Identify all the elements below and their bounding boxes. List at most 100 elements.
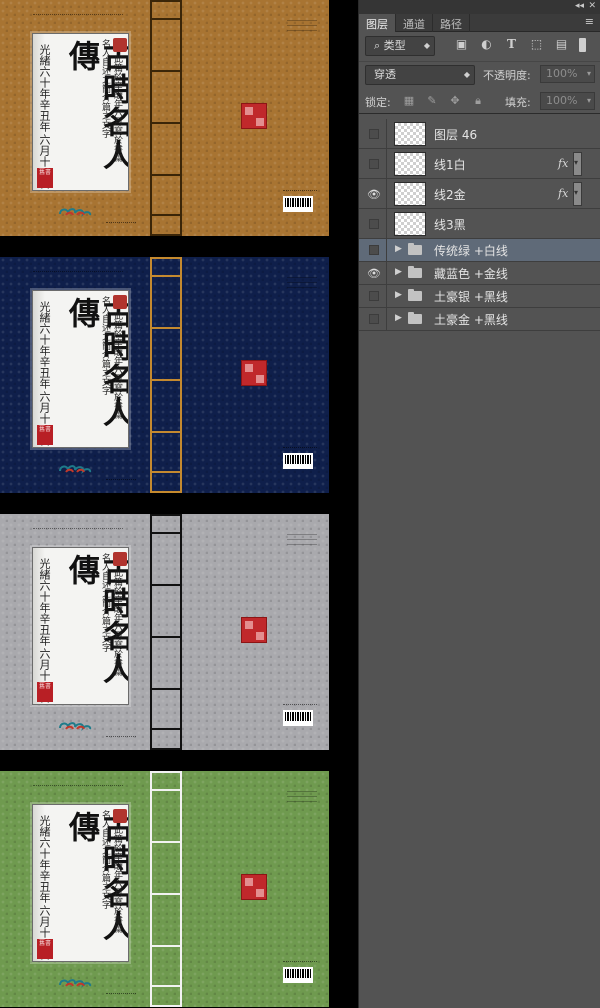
close-icon[interactable]: ✕: [588, 1, 596, 11]
spine-stitch: [152, 491, 180, 493]
spine-stitch: [152, 514, 180, 516]
type-filter-icon[interactable]: T: [504, 37, 519, 52]
cloud-ornament-icon: [59, 979, 92, 989]
updown-arrow-icon: ◆: [423, 41, 430, 50]
label-seal: 舊書: [37, 168, 53, 188]
visibility-box: [369, 314, 379, 324]
cloud-ornament-icon: [59, 722, 92, 732]
isbn-text: [283, 704, 317, 708]
expand-arrow-icon[interactable]: ▶: [395, 290, 402, 300]
lock-all-icon[interactable]: 🔒︎: [471, 94, 485, 108]
fill-input[interactable]: 100% ▾: [540, 92, 595, 110]
cover-date: 光緒六十年辛丑年: [38, 301, 51, 389]
tab-channels[interactable]: 通道: [396, 14, 433, 32]
spine-stitch: [152, 636, 180, 638]
spine-stitch: [152, 771, 180, 773]
tab-layers[interactable]: 图层: [359, 14, 396, 32]
fill-label: 填充:: [505, 96, 531, 109]
layer-name[interactable]: 藏蓝色 +金线: [434, 265, 508, 282]
dropdown-arrow-icon: ▾: [586, 96, 591, 105]
expand-arrow-icon[interactable]: ▶: [395, 313, 402, 323]
barcode: [283, 453, 313, 469]
layer-name[interactable]: 线3黑: [434, 216, 466, 233]
layer-name[interactable]: 土豪金 +黑线: [434, 311, 508, 328]
book-spine: [150, 514, 182, 750]
red-seal-stamp: [241, 617, 267, 643]
layer-thumbnail: [394, 152, 426, 176]
cover-title-label: 光緒六十年辛丑年 六月十八日 古時名人傳 名人自述之簡介篇之文字 此篇於辛醜年六月寫於書…: [32, 33, 129, 191]
spine-stitch: [152, 471, 180, 473]
smart-object-filter-icon[interactable]: ▤: [554, 37, 569, 52]
layers-list: 图层 46 线1白 fx 👁︎ 线2金 fx 线3黑 ▶ 传统绿 +白线 👁︎ ▶ 藏蓝色 +金线 ▶ 土…: [359, 119, 600, 331]
collapse-icon[interactable]: ◂◂: [575, 1, 584, 11]
layer-group-row[interactable]: ▶ 土豪银 +黑线: [359, 285, 600, 308]
effects-toggle[interactable]: [573, 182, 582, 206]
opacity-input[interactable]: 100% ▾: [540, 65, 595, 83]
fx-icon[interactable]: fx: [558, 187, 568, 200]
layer-row[interactable]: 线1白 fx: [359, 149, 600, 179]
blend-mode-select[interactable]: 穿透 ◆: [365, 65, 475, 85]
adjustment-filter-icon[interactable]: ◐: [479, 37, 494, 52]
effects-toggle[interactable]: [573, 152, 582, 176]
spine-stitch: [152, 985, 180, 987]
spine-stitch: [152, 1005, 180, 1007]
updown-arrow-icon: ◆: [463, 70, 470, 79]
layer-row[interactable]: 线3黑: [359, 209, 600, 239]
visibility-toggle[interactable]: [359, 285, 387, 307]
filter-toggle[interactable]: [579, 38, 586, 52]
expand-arrow-icon[interactable]: ▶: [395, 267, 402, 277]
lock-transparent-icon[interactable]: ▦: [402, 94, 416, 108]
layer-name[interactable]: 线1白: [434, 156, 466, 173]
layer-row[interactable]: 👁︎ 线2金 fx: [359, 179, 600, 209]
panel-tabs: 图层 通道 路径 ≡: [359, 14, 600, 32]
spine-stitch: [152, 841, 180, 843]
visibility-toggle[interactable]: 👁︎: [359, 179, 387, 208]
shape-filter-icon[interactable]: ⬚: [529, 37, 544, 52]
layer-name[interactable]: 传统绿 +白线: [434, 242, 508, 259]
image-filter-icon[interactable]: ▣: [454, 37, 469, 52]
cover-title-label: 光緒六十年辛丑年 六月十八日 古時名人傳 名人自述之簡介篇之文字 此篇於辛醜年六月寫於書…: [32, 547, 129, 705]
panel-menu-icon[interactable]: ≡: [585, 15, 594, 28]
visibility-toggle[interactable]: [359, 209, 387, 238]
book-spine: [150, 0, 182, 236]
label-corner-seal: [113, 552, 127, 566]
cover-date: 光緒六十年辛丑年: [38, 44, 51, 132]
cover-date: 光緒六十年辛丑年: [38, 558, 51, 646]
barcode: [283, 196, 313, 212]
visibility-box: [369, 218, 379, 229]
layer-group-row[interactable]: ▶ 土豪金 +黑线: [359, 308, 600, 331]
layers-panel: ◂◂ ✕ 图层 通道 路径 ≡ ⌕ 类型 ◆ ▣ ◐ T ⬚ ▤ 穿透 ◆ 不透…: [358, 0, 600, 1008]
spine-stitch: [152, 893, 180, 895]
book-cover-brown: 光緒六十年辛丑年 六月十八日 古時名人傳 名人自述之簡介篇之文字 此篇於辛醜年六月寫於書…: [0, 0, 329, 236]
visibility-toggle[interactable]: 👁︎: [359, 262, 387, 284]
cover-author-block: [287, 787, 317, 807]
lock-move-icon[interactable]: ✥: [448, 94, 462, 108]
visibility-toggle[interactable]: [359, 239, 387, 261]
label-corner-seal: [113, 295, 127, 309]
spine-stitch: [152, 379, 180, 381]
cover-description: 名人自述之簡介篇之文字: [100, 810, 110, 909]
barcode: [283, 710, 313, 726]
layer-name[interactable]: 土豪银 +黑线: [434, 288, 508, 305]
publisher-line: [106, 993, 136, 996]
visibility-toggle[interactable]: [359, 119, 387, 148]
visibility-toggle[interactable]: [359, 308, 387, 330]
spine-stitch: [152, 327, 180, 329]
layer-thumbnail: [394, 122, 426, 146]
cover-header-text: [33, 271, 123, 274]
layer-row[interactable]: 图层 46: [359, 119, 600, 149]
layer-name[interactable]: 图层 46: [434, 126, 477, 143]
fx-icon[interactable]: fx: [558, 157, 568, 170]
lock-icons: ▦ ✎ ✥ 🔒︎: [402, 94, 485, 108]
isbn-text: [283, 447, 317, 451]
layer-group-row[interactable]: ▶ 传统绿 +白线: [359, 239, 600, 262]
cover-description-2: 此篇於辛醜年六月寫於書齋: [112, 311, 122, 419]
red-seal-stamp: [241, 103, 267, 129]
filter-kind-select[interactable]: ⌕ 类型 ◆: [365, 36, 435, 56]
visibility-toggle[interactable]: [359, 149, 387, 178]
layer-name[interactable]: 线2金: [434, 186, 466, 203]
layer-group-row[interactable]: 👁︎ ▶ 藏蓝色 +金线: [359, 262, 600, 285]
lock-brush-icon[interactable]: ✎: [425, 94, 439, 108]
expand-arrow-icon[interactable]: ▶: [395, 244, 402, 254]
tab-paths[interactable]: 路径: [433, 14, 470, 32]
